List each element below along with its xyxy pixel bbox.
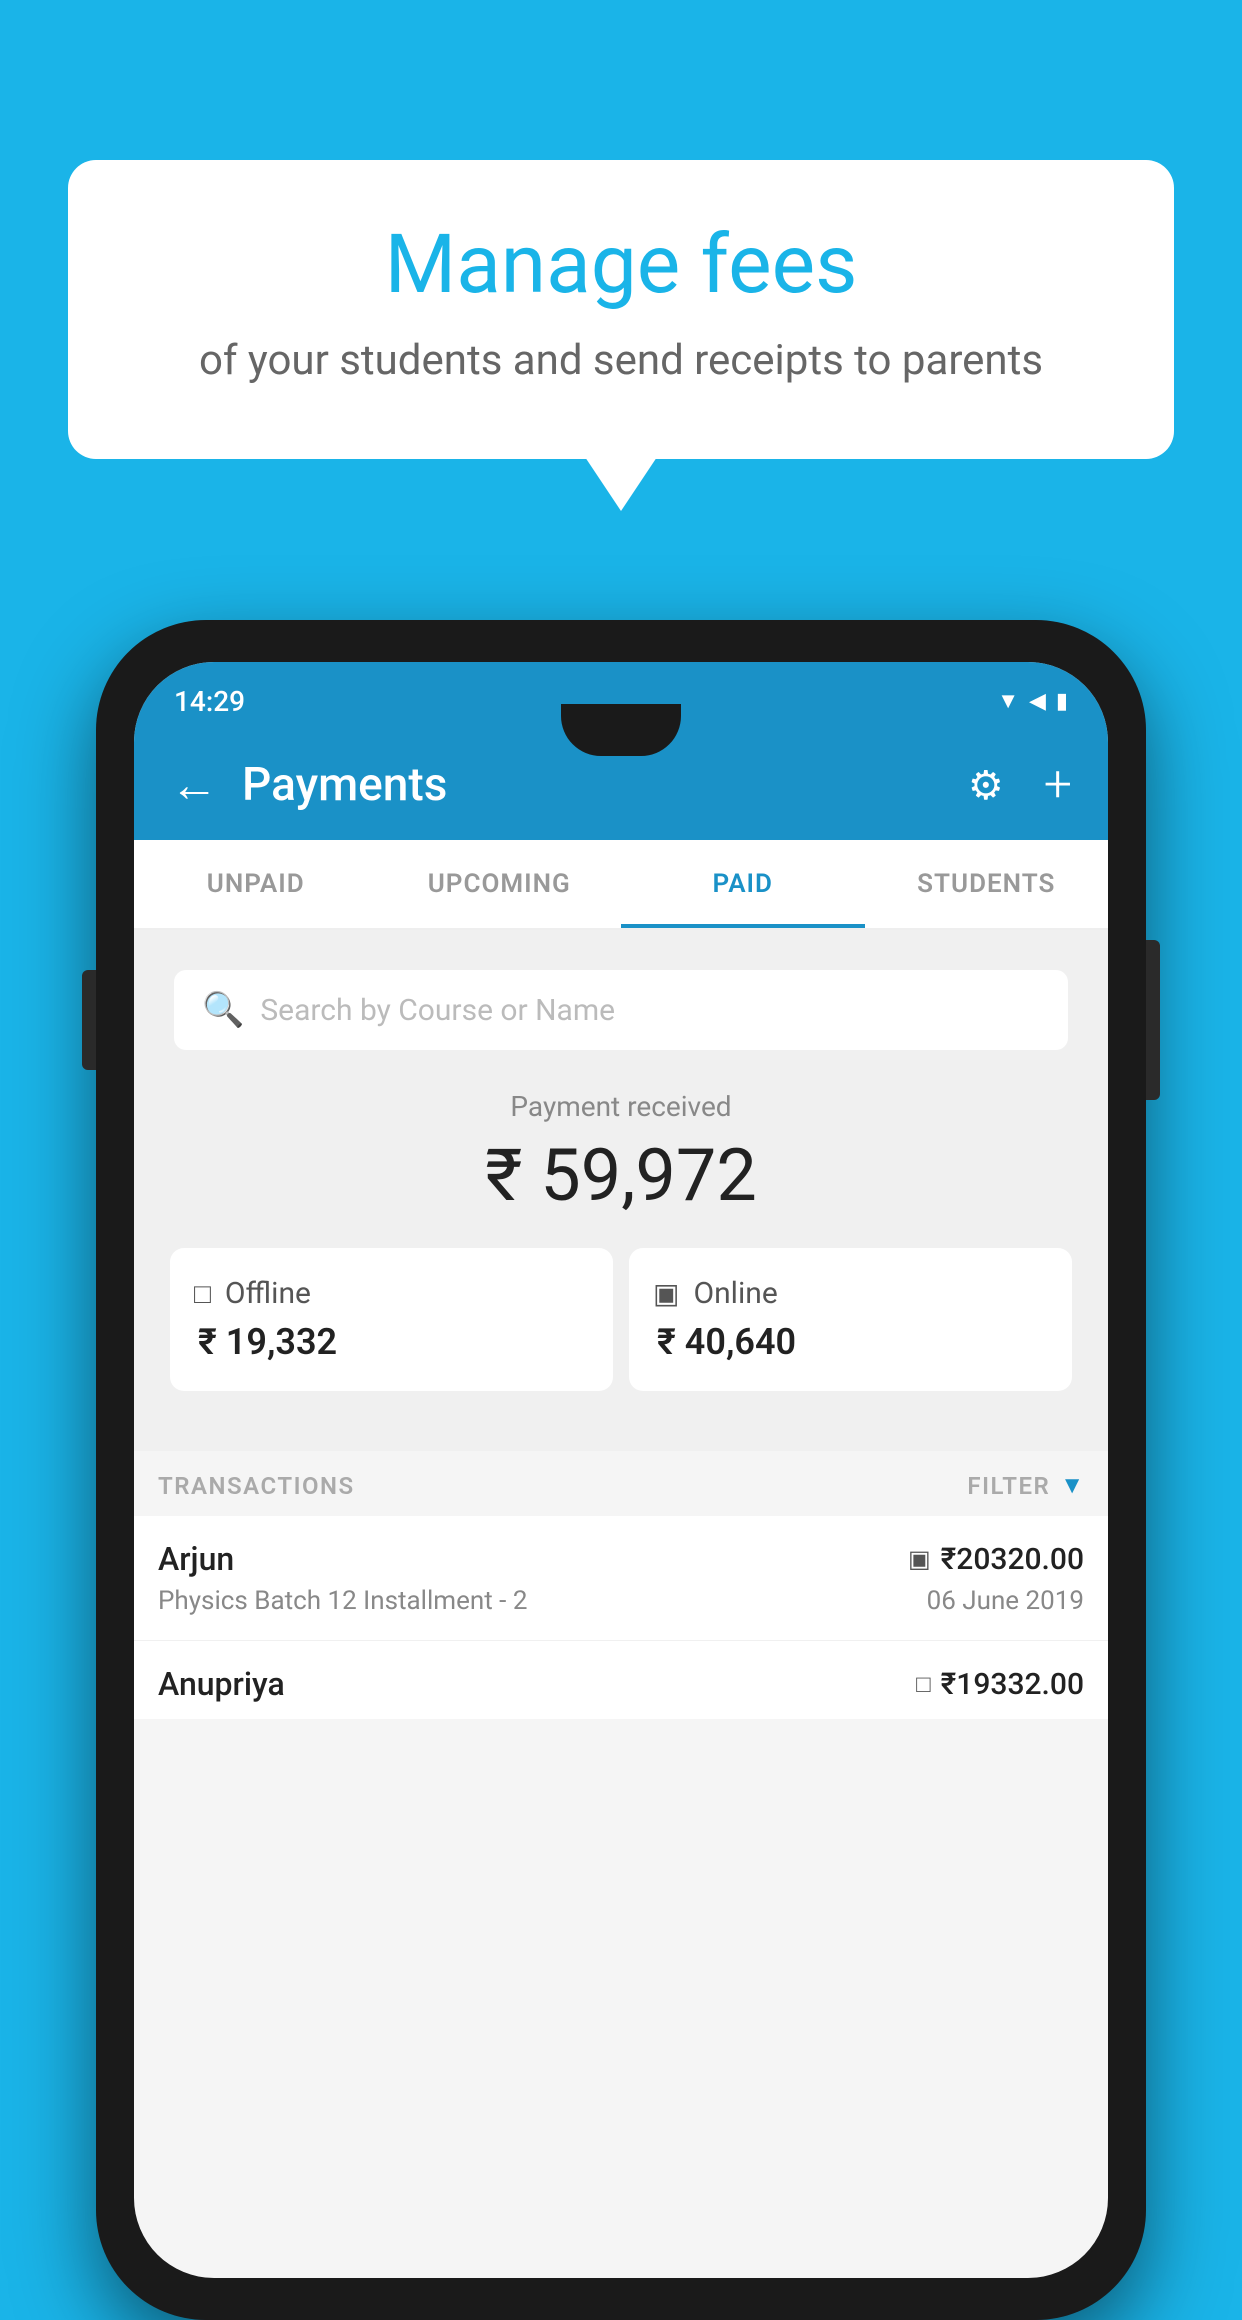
- online-amount: ₹ 40,640: [653, 1321, 796, 1363]
- offline-amount: ₹ 19,332: [194, 1321, 337, 1363]
- status-time: 14:29: [174, 685, 245, 718]
- search-input[interactable]: Search by Course or Name: [260, 993, 615, 1028]
- filter-label: FILTER: [967, 1472, 1050, 1500]
- online-label: Online: [693, 1276, 777, 1311]
- phone-screen: 14:29 ▼ ◀ ▮ ← Payments ⚙ + UNPAID: [134, 662, 1108, 2278]
- card-payment-icon: ▣: [908, 1545, 931, 1573]
- tab-paid[interactable]: PAID: [621, 840, 865, 928]
- transaction-amount-container: ▣ ₹20320.00: [908, 1542, 1084, 1577]
- cash-payment-icon: □: [916, 1670, 931, 1699]
- transaction-amount: ₹19332.00: [941, 1667, 1084, 1702]
- transaction-amount: ₹20320.00: [941, 1542, 1084, 1577]
- transactions-header: TRANSACTIONS FILTER ▼: [134, 1451, 1108, 1516]
- power-button: [1146, 940, 1160, 1100]
- signal-icon: ◀: [1029, 689, 1046, 714]
- transaction-row[interactable]: Arjun ▣ ₹20320.00 Physics Batch 12 Insta…: [134, 1516, 1108, 1641]
- payment-cards: □ Offline ₹ 19,332 ▣ Online ₹ 40,640: [154, 1248, 1088, 1421]
- tabs-bar: UNPAID UPCOMING PAID STUDENTS: [134, 840, 1108, 930]
- speech-bubble: Manage fees of your students and send re…: [68, 160, 1174, 459]
- transaction-name: Arjun: [158, 1540, 234, 1578]
- transaction-name: Anupriya: [158, 1665, 285, 1703]
- phone-notch: [561, 704, 681, 756]
- add-button[interactable]: +: [1044, 756, 1072, 814]
- battery-icon: ▮: [1056, 689, 1068, 714]
- wifi-icon: ▼: [997, 688, 1019, 714]
- offline-payment-card: □ Offline ₹ 19,332: [170, 1248, 613, 1391]
- payment-received-label: Payment received: [154, 1090, 1088, 1123]
- offline-label: Offline: [225, 1276, 311, 1311]
- transaction-details: Physics Batch 12 Installment - 2: [158, 1586, 527, 1616]
- tab-unpaid[interactable]: UNPAID: [134, 840, 378, 928]
- settings-icon[interactable]: ⚙: [968, 762, 1004, 809]
- back-button[interactable]: ←: [170, 761, 218, 809]
- transactions-label: TRANSACTIONS: [158, 1472, 355, 1500]
- page-title: Payments: [242, 758, 944, 812]
- search-icon: 🔍: [202, 990, 244, 1030]
- transaction-row[interactable]: Anupriya □ ₹19332.00: [134, 1641, 1108, 1719]
- offline-icon: □: [194, 1277, 211, 1310]
- payment-summary: Payment received ₹ 59,972 □ Offline ₹ 19…: [134, 1050, 1108, 1451]
- online-payment-card: ▣ Online ₹ 40,640: [629, 1248, 1072, 1391]
- speech-bubble-subtitle: of your students and send receipts to pa…: [118, 334, 1124, 389]
- phone-frame: 14:29 ▼ ◀ ▮ ← Payments ⚙ + UNPAID: [96, 620, 1146, 2320]
- volume-button: [82, 970, 96, 1070]
- transaction-date: 06 June 2019: [927, 1586, 1084, 1616]
- transaction-amount-container: □ ₹19332.00: [916, 1667, 1084, 1702]
- payment-total-amount: ₹ 59,972: [154, 1133, 1088, 1218]
- status-icons: ▼ ◀ ▮: [997, 688, 1068, 714]
- search-bar[interactable]: 🔍 Search by Course or Name: [174, 970, 1068, 1050]
- tab-upcoming[interactable]: UPCOMING: [378, 840, 622, 928]
- tab-students[interactable]: STUDENTS: [865, 840, 1109, 928]
- phone-body: 14:29 ▼ ◀ ▮ ← Payments ⚙ + UNPAID: [96, 620, 1146, 2320]
- filter-button[interactable]: FILTER ▼: [967, 1471, 1084, 1500]
- online-icon: ▣: [653, 1277, 679, 1310]
- filter-icon: ▼: [1060, 1471, 1084, 1500]
- speech-bubble-title: Manage fees: [118, 220, 1124, 310]
